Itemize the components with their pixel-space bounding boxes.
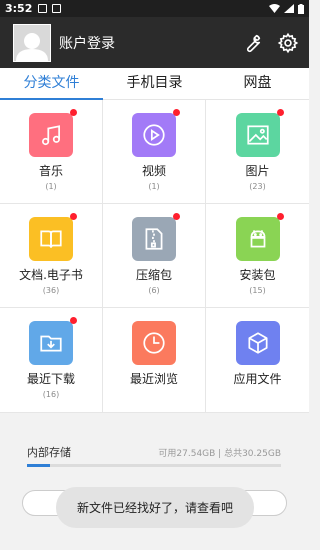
wrench-icon[interactable] — [241, 32, 263, 54]
category-archives[interactable]: 压缩包 (6) — [103, 204, 206, 308]
new-badge — [173, 109, 180, 116]
documents-tile — [29, 213, 77, 261]
tab-bar: 分类文件 手机目录 网盘 — [0, 68, 309, 100]
category-label: 安装包 — [239, 268, 276, 282]
category-count: (36) — [42, 286, 60, 295]
new-badge — [70, 213, 77, 220]
video-tile — [132, 109, 180, 157]
recent-viewed-tile — [132, 321, 176, 365]
apks-tile — [235, 213, 284, 261]
notification-icon — [52, 4, 62, 13]
category-count: (1) — [45, 182, 57, 191]
category-images[interactable]: 图片 (23) — [206, 100, 309, 204]
status-bar: 3:52 — [0, 0, 309, 17]
android-icon — [250, 229, 265, 248]
category-count: (1) — [148, 182, 160, 191]
music-note-icon — [42, 125, 60, 146]
category-grid: 音乐 (1) 视频 (1) 图片 (23) 文档.电子书 (36) 压缩包 (6… — [0, 100, 309, 413]
category-music[interactable]: 音乐 (1) — [0, 100, 103, 204]
gear-icon[interactable] — [277, 32, 299, 54]
tab-cloud-drive[interactable]: 网盘 — [206, 68, 309, 99]
wifi-icon — [269, 4, 280, 13]
category-app-files[interactable]: 应用文件 — [206, 308, 309, 412]
account-login-link[interactable]: 账户登录 — [59, 33, 115, 53]
storage-title: 内部存储 — [27, 446, 71, 459]
category-label: 应用文件 — [233, 372, 282, 386]
new-badge — [276, 213, 284, 220]
music-tile — [29, 109, 77, 157]
images-tile — [235, 109, 284, 157]
cube-icon — [247, 332, 268, 354]
storage-progress-bar — [27, 464, 281, 467]
clock-icon — [143, 332, 165, 354]
notification-icon — [38, 4, 48, 13]
category-label: 最近浏览 — [129, 372, 178, 386]
category-video[interactable]: 视频 (1) — [103, 100, 206, 204]
image-icon — [246, 125, 269, 145]
user-avatar-icon — [16, 32, 48, 61]
book-icon — [40, 230, 62, 248]
category-count: (23) — [249, 182, 266, 191]
avatar[interactable] — [13, 23, 51, 62]
toast-message: 新文件已经找好了，请查看吧 — [56, 487, 254, 528]
category-apks[interactable]: 安装包 (15) — [206, 204, 309, 308]
category-recent-viewed[interactable]: 最近浏览 — [103, 308, 206, 412]
new-badge — [173, 213, 180, 220]
category-label: 文档.电子书 — [19, 268, 83, 282]
zip-icon — [145, 228, 163, 250]
tab-phone-directory[interactable]: 手机目录 — [103, 68, 206, 99]
category-label: 音乐 — [38, 164, 63, 178]
app-files-tile — [235, 321, 280, 365]
category-count: (6) — [148, 286, 160, 295]
archives-tile — [132, 213, 180, 261]
internal-storage[interactable]: 内部存储 可用27.54GB | 总共30.25GB — [27, 444, 281, 467]
tab-categories[interactable]: 分类文件 — [0, 68, 103, 100]
category-count: (16) — [42, 390, 60, 399]
category-label: 图片 — [245, 164, 270, 178]
download-folder-icon — [40, 335, 62, 352]
category-label: 最近下载 — [26, 372, 75, 386]
storage-info: 可用27.54GB | 总共30.25GB — [158, 449, 281, 459]
downloads-tile — [29, 317, 77, 365]
battery-icon — [298, 3, 304, 14]
category-count: (15) — [249, 286, 266, 295]
new-badge — [70, 317, 77, 324]
category-label: 视频 — [141, 164, 166, 178]
new-badge — [276, 109, 284, 116]
signal-icon — [284, 4, 294, 13]
play-icon — [143, 124, 165, 146]
category-label: 压缩包 — [135, 268, 172, 282]
status-time: 3:52 — [5, 2, 33, 15]
app-header: 账户登录 — [0, 17, 309, 68]
new-badge — [70, 109, 77, 116]
storage-progress-fill — [27, 464, 50, 467]
category-documents[interactable]: 文档.电子书 (36) — [0, 204, 103, 308]
category-recent-downloads[interactable]: 最近下载 (16) — [0, 308, 103, 412]
